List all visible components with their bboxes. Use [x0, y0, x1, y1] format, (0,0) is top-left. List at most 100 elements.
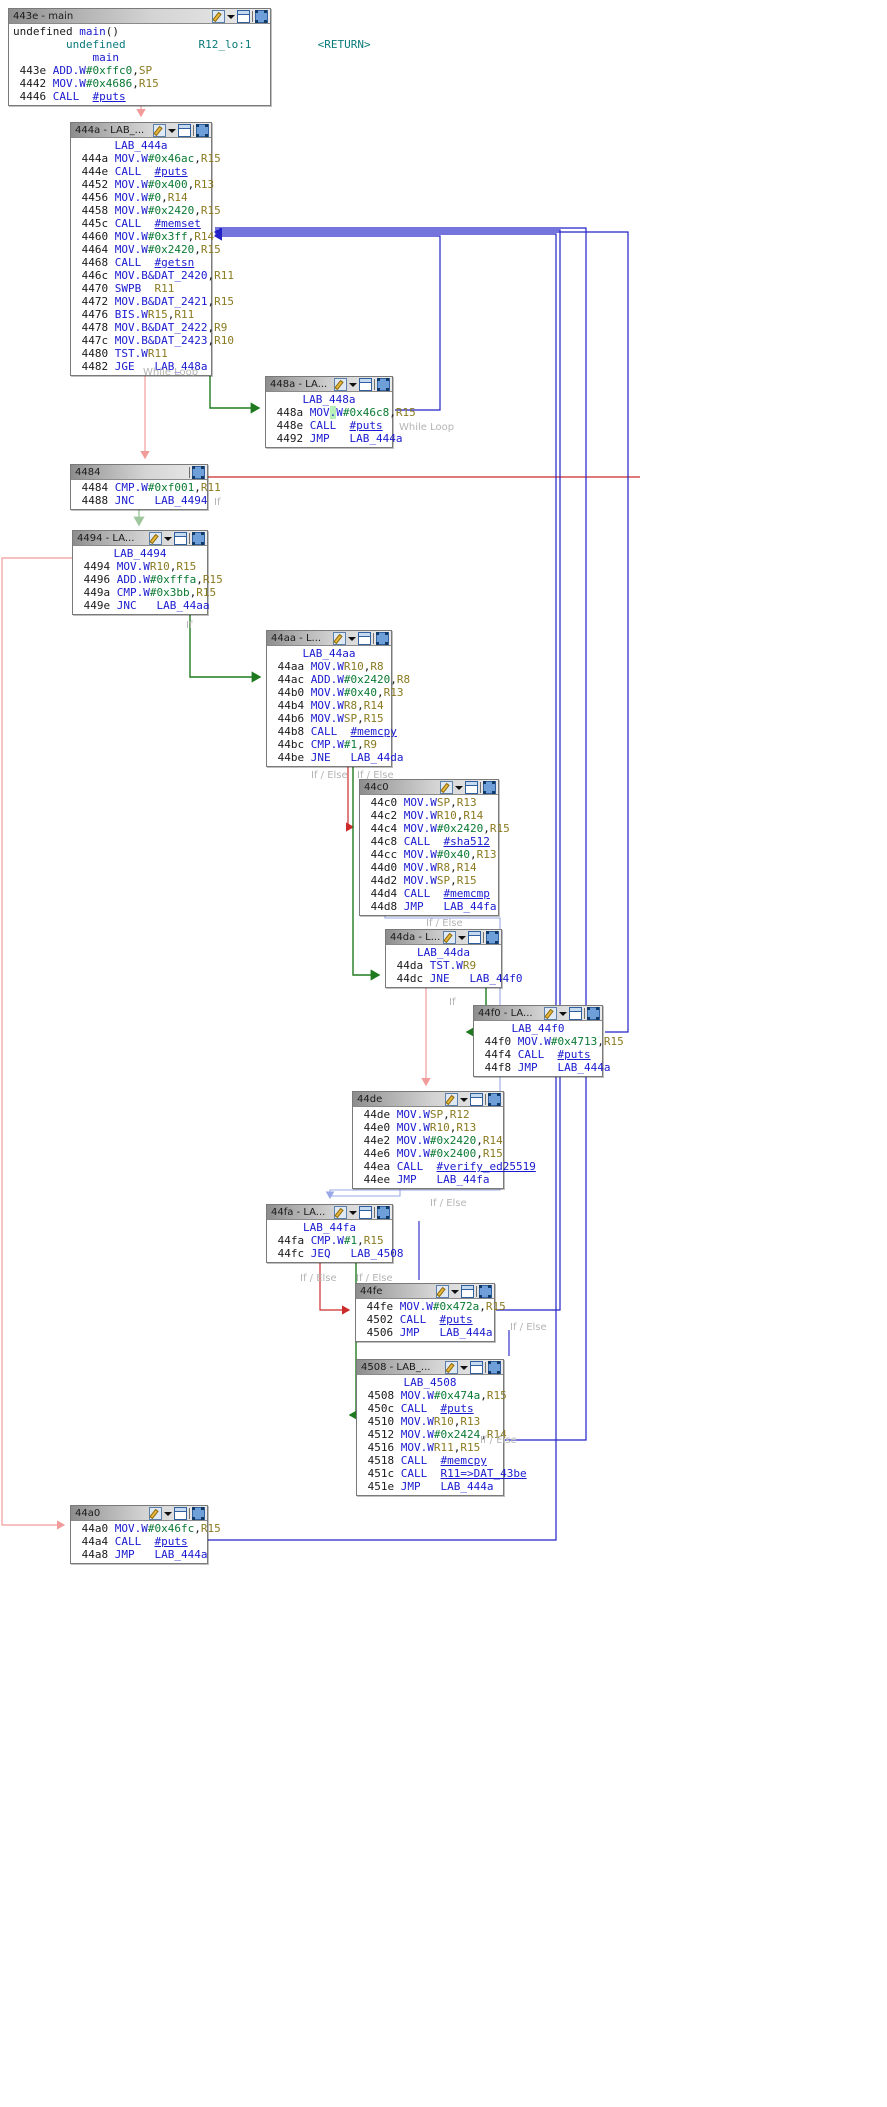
instruction-line[interactable]: 44d2 MOV.WSP,R15	[364, 874, 494, 887]
graph-node-n4508[interactable]: 4508 - LAB_... LAB_4508 4508 MOV.W#0x474a…	[356, 1359, 527, 1496]
edit-pencil-icon[interactable]	[436, 1284, 449, 1298]
function-graph-canvas[interactable]: 443e - main undefined main() undefined R1…	[0, 0, 887, 2107]
node-toolbar[interactable]	[436, 1284, 492, 1298]
edit-pencil-icon[interactable]	[334, 1205, 347, 1219]
node-titlebar[interactable]: 44da - L...	[386, 930, 501, 945]
selection-scale-icon[interactable]	[376, 631, 389, 645]
node-body[interactable]: LAB_444a 444a MOV.W#0x46ac,R15 444e CALL…	[71, 138, 234, 375]
chevron-down-icon[interactable]	[348, 633, 356, 644]
window-icon[interactable]	[359, 1205, 372, 1219]
node-titlebar[interactable]: 44fe	[356, 1284, 494, 1299]
instruction-line[interactable]: 44ac ADD.W#0x2420,R8	[271, 673, 411, 686]
instruction-line[interactable]: 44da TST.WR9	[390, 959, 497, 972]
graph-node-n44a0[interactable]: 44a0 44a0 MOV.W#0x46fc,R15 44a4 CALL #pu…	[70, 1505, 221, 1564]
edit-pencil-icon[interactable]	[440, 780, 453, 794]
instruction-line[interactable]: 44d4 CALL #memcmp	[364, 887, 494, 900]
instruction-line[interactable]: 4446 CALL #puts	[13, 90, 266, 103]
instruction-line[interactable]: 4470 SWPB R11	[75, 282, 207, 295]
window-icon[interactable]	[359, 377, 372, 391]
instruction-line[interactable]: 44a4 CALL #puts	[75, 1535, 203, 1548]
node-titlebar[interactable]: 44de	[353, 1092, 503, 1107]
instruction-line[interactable]: 444e CALL #puts	[75, 165, 207, 178]
instruction-line[interactable]: 44de MOV.WSP,R12	[357, 1108, 499, 1121]
window-icon[interactable]	[174, 1506, 187, 1520]
edit-pencil-icon[interactable]	[212, 9, 225, 23]
window-icon[interactable]	[569, 1006, 582, 1020]
node-titlebar[interactable]: 4484	[71, 465, 207, 480]
instruction-line[interactable]: 4492 JMP LAB_444a	[270, 432, 403, 445]
node-titlebar[interactable]: 4508 - LAB_...	[357, 1360, 503, 1375]
chevron-down-icon[interactable]	[349, 1207, 357, 1218]
node-toolbar[interactable]	[189, 465, 205, 479]
instruction-line[interactable]: 4464 MOV.W#0x2420,R15	[75, 243, 221, 256]
instruction-line[interactable]: 44c0 MOV.WSP,R13	[364, 796, 494, 809]
instruction-line[interactable]: 4478 MOV.B&DAT_2422,R9	[75, 321, 228, 334]
node-titlebar[interactable]: 44f0 - LA...	[474, 1006, 602, 1021]
edit-pencil-icon[interactable]	[443, 930, 456, 944]
instruction-line[interactable]: 451c CALL R11=>DAT_43be	[361, 1467, 527, 1480]
graph-node-n4484[interactable]: 4484 4484 CMP.W#0xf001,R11 4488 JNC LAB_…	[70, 464, 221, 510]
code-token[interactable]: #puts	[440, 1313, 473, 1326]
edit-pencil-icon[interactable]	[334, 377, 347, 391]
instruction-line[interactable]: 44ee JMP LAB_44fa	[357, 1173, 499, 1186]
instruction-line[interactable]: 446c MOV.B&DAT_2420,R11	[75, 269, 234, 282]
node-toolbar[interactable]	[333, 631, 389, 645]
instruction-line[interactable]: 44be JNE LAB_44da	[271, 751, 404, 764]
code-token[interactable]: #puts	[155, 165, 188, 178]
instruction-line[interactable]: 44cc MOV.W#0x40,R13	[364, 848, 497, 861]
selection-scale-icon[interactable]	[486, 930, 499, 944]
code-token[interactable]: #puts	[93, 90, 126, 103]
chevron-down-icon[interactable]	[451, 1286, 459, 1297]
chevron-down-icon[interactable]	[458, 932, 466, 943]
instruction-line[interactable]: 4460 MOV.W#0x3ff,R14	[75, 230, 215, 243]
node-toolbar[interactable]	[440, 780, 496, 794]
instruction-line[interactable]: 4472 MOV.B&DAT_2421,R15	[75, 295, 234, 308]
instruction-line[interactable]: 44e6 MOV.W#0x2400,R15	[357, 1147, 503, 1160]
edit-pencil-icon[interactable]	[445, 1360, 458, 1374]
instruction-line[interactable]: 4502 CALL #puts	[360, 1313, 490, 1326]
code-token[interactable]: #verify_ed25519	[437, 1160, 536, 1173]
graph-node-n4494[interactable]: 4494 - LA... LAB_4494 4494 MOV.WR10,R15 4…	[72, 530, 223, 615]
chevron-down-icon[interactable]	[349, 379, 357, 390]
selection-scale-icon[interactable]	[192, 1506, 205, 1520]
instruction-line[interactable]: 4476 BIS.WR15,R11	[75, 308, 207, 321]
code-token[interactable]: #sha512	[444, 835, 490, 848]
selection-scale-icon[interactable]	[377, 377, 390, 391]
node-titlebar[interactable]: 443e - main	[9, 9, 270, 24]
selection-scale-icon[interactable]	[377, 1205, 390, 1219]
instruction-line[interactable]: 44d8 JMP LAB_44fa	[364, 900, 497, 913]
instruction-line[interactable]: 4496 ADD.W#0xfffa,R15	[77, 573, 223, 586]
instruction-line[interactable]: 44dc JNE LAB_44f0	[390, 972, 523, 985]
node-body[interactable]: LAB_44aa 44aa MOV.WR10,R8 44ac ADD.W#0x2…	[267, 646, 411, 766]
instruction-line[interactable]: 44f8 JMP LAB_444a	[478, 1061, 611, 1074]
instruction-line[interactable]: 444a MOV.W#0x46ac,R15	[75, 152, 221, 165]
edit-pencil-icon[interactable]	[445, 1092, 458, 1106]
edit-pencil-icon[interactable]	[153, 123, 166, 137]
node-body[interactable]: LAB_4494 4494 MOV.WR10,R15 4496 ADD.W#0x…	[73, 546, 223, 614]
window-icon[interactable]	[358, 631, 371, 645]
node-toolbar[interactable]	[544, 1006, 600, 1020]
instruction-line[interactable]: 4516 MOV.WR11,R15	[361, 1441, 499, 1454]
instruction-line[interactable]: 44ea CALL #verify_ed25519	[357, 1160, 536, 1173]
instruction-line[interactable]: 44b6 MOV.WSP,R15	[271, 712, 387, 725]
chevron-down-icon[interactable]	[227, 11, 235, 22]
instruction-line[interactable]: 448e CALL #puts	[270, 419, 388, 432]
instruction-line[interactable]: 44c8 CALL #sha512	[364, 835, 494, 848]
chevron-down-icon[interactable]	[460, 1362, 468, 1373]
node-titlebar[interactable]: 448a - LA...	[266, 377, 392, 392]
code-token[interactable]: #memcmp	[444, 887, 490, 900]
instruction-line[interactable]: 4494 MOV.WR10,R15	[77, 560, 203, 573]
edit-pencil-icon[interactable]	[544, 1006, 557, 1020]
instruction-line[interactable]: 44e0 MOV.WR10,R13	[357, 1121, 499, 1134]
graph-node-n444a[interactable]: 444a - LAB_... LAB_444a 444a MOV.W#0x46ac…	[70, 122, 234, 376]
code-token[interactable]: #memcpy	[351, 725, 397, 738]
node-body[interactable]: 4484 CMP.W#0xf001,R11 4488 JNC LAB_4494	[71, 480, 221, 509]
graph-node-n448a[interactable]: 448a - LA... LAB_448a 448a MOV.W#0x46c8,R…	[265, 376, 416, 448]
node-toolbar[interactable]	[149, 531, 205, 545]
instruction-line[interactable]: 4512 MOV.W#0x2424,R14	[361, 1428, 507, 1441]
selection-scale-icon[interactable]	[196, 123, 209, 137]
instruction-line[interactable]: 4452 MOV.W#0x400,R13	[75, 178, 215, 191]
instruction-line[interactable]: 44a8 JMP LAB_444a	[75, 1548, 208, 1561]
graph-node-n44de[interactable]: 44de 44de MOV.WSP,R12 44e0 MOV.WR10,R13 …	[352, 1091, 536, 1189]
instruction-line[interactable]: 44fa CMP.W#1,R15	[271, 1234, 388, 1247]
